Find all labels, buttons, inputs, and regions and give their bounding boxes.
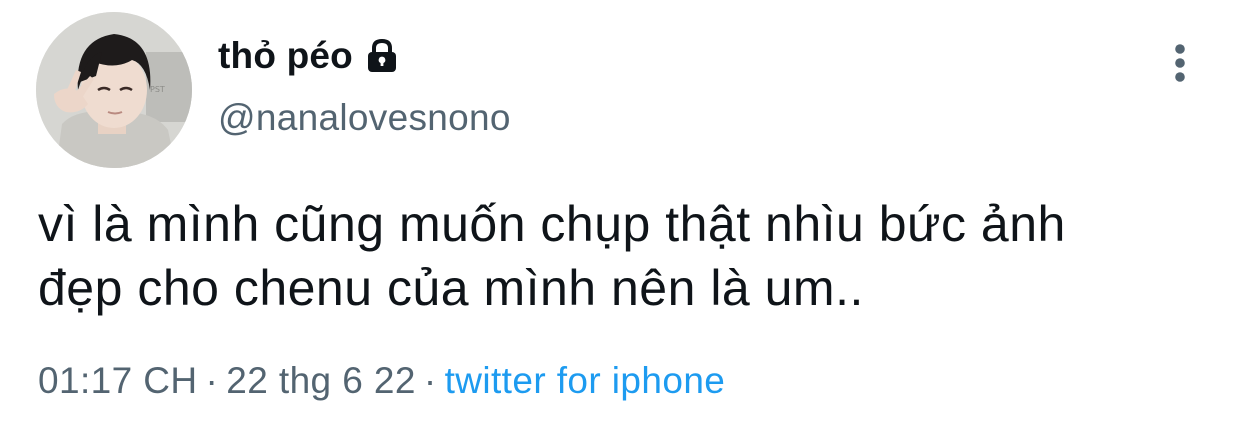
tweet-source-link[interactable]: twitter for iphone	[445, 360, 726, 401]
tweet-meta: 01:17 CH · 22 thg 6 22 · twitter for iphone	[38, 360, 725, 402]
tweet-text-line: vì là mình cũng muốn chụp thật nhìu bức …	[38, 196, 1066, 252]
user-handle[interactable]: @nanalovesnono	[218, 97, 511, 139]
tweet-time[interactable]: 01:17 CH	[38, 360, 198, 401]
avatar[interactable]: PST	[36, 12, 192, 168]
meta-separator: ·	[423, 360, 437, 401]
more-options-button[interactable]	[1158, 38, 1202, 88]
more-vertical-icon	[1175, 44, 1185, 82]
display-name[interactable]: thỏ péo	[218, 35, 353, 77]
lock-icon	[367, 38, 396, 72]
tweet-card: PST thỏ péo @nanalovesnono vì là mình cũ…	[0, 0, 1242, 435]
tweet-date[interactable]: 22 thg 6 22	[226, 360, 416, 401]
tweet-text: vì là mình cũng muốn chụp thật nhìu bức …	[38, 192, 1218, 320]
svg-text:PST: PST	[150, 85, 165, 94]
tweet-text-line: đẹp cho chenu của mình nên là um..	[38, 260, 864, 316]
meta-separator: ·	[205, 360, 219, 401]
display-name-row: thỏ péo	[218, 28, 401, 84]
avatar-photo: PST	[36, 12, 192, 168]
